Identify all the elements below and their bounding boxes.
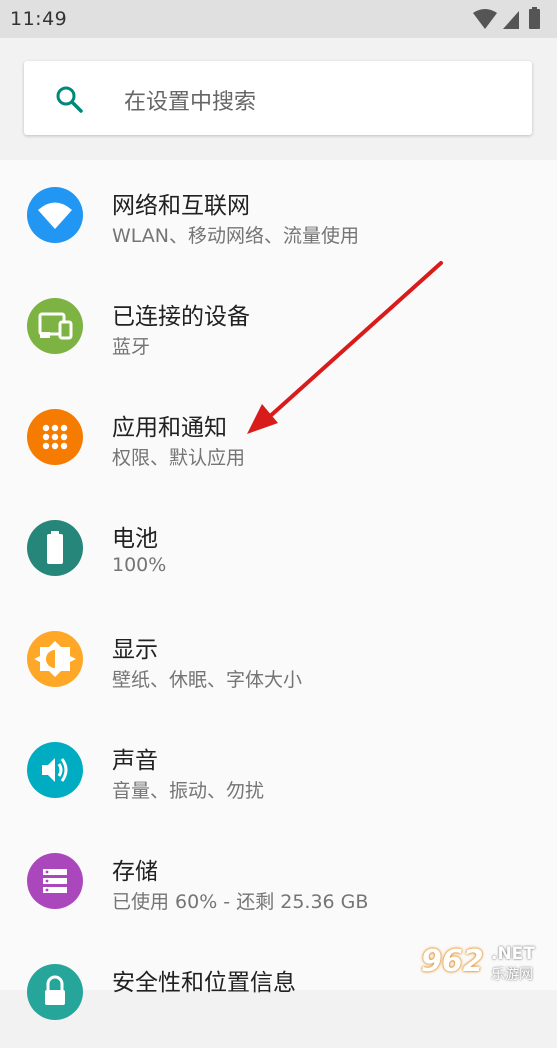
wifi-icon xyxy=(27,187,83,243)
status-icons xyxy=(473,7,540,29)
watermark-domain: .NET xyxy=(491,944,535,964)
settings-item-battery[interactable]: 电池 100% xyxy=(0,493,557,604)
wifi-signal-icon xyxy=(473,9,497,29)
settings-item-storage[interactable]: 存储 已使用 60% - 还剩 25.36 GB xyxy=(0,826,557,937)
item-title: 应用和通知 xyxy=(112,415,227,441)
item-title: 存储 xyxy=(112,859,158,885)
settings-item-network[interactable]: 网络和互联网 WLAN、移动网络、流量使用 xyxy=(0,160,557,271)
item-subtitle: 音量、振动、勿扰 xyxy=(112,780,265,802)
watermark-number: 962 xyxy=(421,944,484,979)
battery-status-icon xyxy=(529,9,540,29)
item-title: 声音 xyxy=(112,748,158,774)
settings-item-sound[interactable]: 声音 音量、振动、勿扰 xyxy=(0,715,557,826)
item-subtitle: 壁纸、休眠、字体大小 xyxy=(112,669,303,691)
item-subtitle: 100% xyxy=(112,554,167,576)
item-title: 安全性和位置信息 xyxy=(112,970,296,996)
item-subtitle: 已使用 60% - 还剩 25.36 GB xyxy=(112,891,369,913)
apps-icon xyxy=(27,409,83,465)
cell-signal-icon xyxy=(503,11,519,29)
watermark-logo: 962 .NET 乐游网 xyxy=(421,942,551,986)
search-area: 在设置中搜索 xyxy=(0,38,557,160)
settings-item-display[interactable]: 显示 壁纸、休眠、字体大小 xyxy=(0,604,557,715)
settings-item-connected-devices[interactable]: 已连接的设备 蓝牙 xyxy=(0,271,557,382)
storage-icon xyxy=(27,853,83,909)
search-input[interactable]: 在设置中搜索 xyxy=(24,61,532,135)
item-title: 网络和互联网 xyxy=(112,193,250,219)
lock-icon xyxy=(27,964,83,1020)
search-placeholder: 在设置中搜索 xyxy=(124,90,257,115)
item-subtitle: 蓝牙 xyxy=(112,336,151,358)
item-subtitle: 权限、默认应用 xyxy=(112,447,246,469)
battery-icon xyxy=(27,520,83,576)
item-title: 显示 xyxy=(112,637,158,663)
item-title: 已连接的设备 xyxy=(112,304,250,330)
devices-icon xyxy=(27,298,83,354)
item-subtitle: WLAN、移动网络、流量使用 xyxy=(112,225,360,247)
brightness-icon xyxy=(27,631,83,687)
search-icon xyxy=(56,86,83,113)
watermark-name: 乐游网 xyxy=(491,967,533,983)
settings-list: 网络和互联网 WLAN、移动网络、流量使用 已连接的设备 蓝牙 应用和通知 权限… xyxy=(0,160,557,1020)
status-time: 11:49 xyxy=(10,8,68,30)
item-title: 电池 xyxy=(112,526,158,552)
status-bar: 11:49 xyxy=(0,0,557,38)
settings-item-apps[interactable]: 应用和通知 权限、默认应用 xyxy=(0,382,557,493)
volume-icon xyxy=(27,742,83,798)
